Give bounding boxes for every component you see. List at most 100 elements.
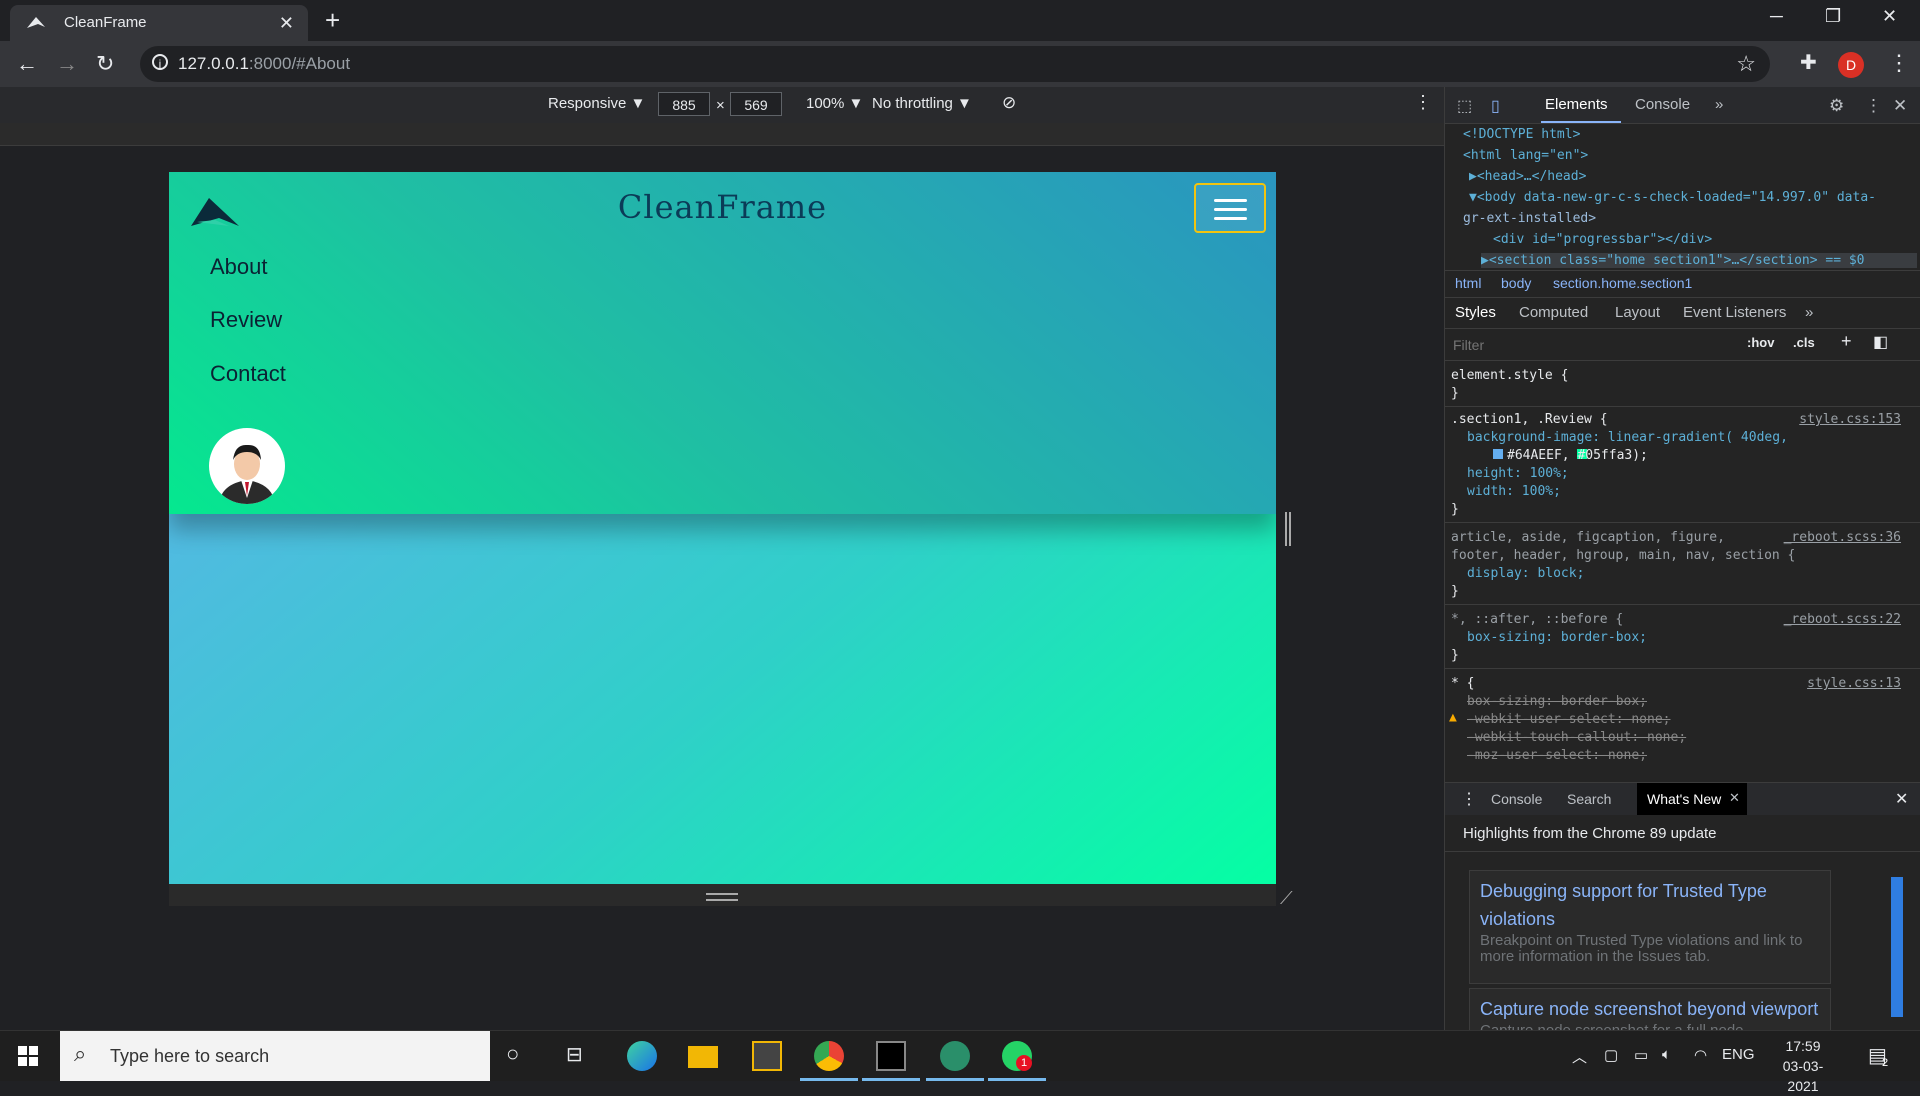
restore-icon[interactable]: ❐	[1825, 6, 1841, 27]
rule2-selector[interactable]: article, aside, figcaption, figure,	[1451, 530, 1725, 545]
windows-start-icon[interactable]	[18, 1046, 38, 1066]
dom-section-selected[interactable]: ▶<section class="home section1">…</secti…	[1481, 253, 1917, 268]
tab-computed[interactable]: Computed	[1519, 304, 1588, 321]
battery-icon[interactable]: ▭	[1634, 1046, 1648, 1064]
cls-toggle[interactable]: .cls	[1793, 335, 1815, 350]
device-more-icon[interactable]: ⋮	[1414, 92, 1432, 113]
chrome-menu-icon[interactable]: ⋮	[1888, 50, 1910, 76]
nav-contact[interactable]: Contact	[210, 361, 286, 387]
rule2-source-link[interactable]: _reboot.scss:36	[1784, 530, 1901, 545]
tab-elements[interactable]: Elements	[1545, 96, 1608, 113]
device-mode-select[interactable]: Responsive ▼	[548, 95, 645, 112]
whats-new-card[interactable]: Debugging support for Trusted Type viola…	[1469, 870, 1831, 984]
nav-review[interactable]: Review	[210, 307, 282, 333]
task-view-icon[interactable]: ⊟	[566, 1042, 583, 1067]
rule4-source-link[interactable]: style.css:13	[1807, 676, 1901, 691]
tray-chevron-icon[interactable]: ︿	[1572, 1046, 1587, 1067]
color-swatch-64aeef[interactable]	[1493, 449, 1503, 459]
cortana-icon[interactable]: ○	[506, 1041, 519, 1067]
corner-resize-icon[interactable]: ⟋	[1280, 888, 1293, 909]
store-icon[interactable]	[752, 1041, 782, 1071]
right-resize-handle[interactable]	[1285, 512, 1291, 546]
tab-layout[interactable]: Layout	[1615, 304, 1660, 321]
drawer-menu-icon[interactable]: ⋮	[1461, 789, 1477, 809]
crumb-section[interactable]: section.home.section1	[1553, 275, 1692, 291]
drawer-tab-whats-new[interactable]: What's New ✕	[1637, 783, 1747, 815]
rule4-prop1[interactable]: box-sizing: border-box;	[1467, 694, 1647, 709]
inspect-icon[interactable]: ⬚	[1457, 96, 1472, 116]
rule4-prop4[interactable]: -moz-user-select: none;	[1467, 748, 1647, 763]
rule1-height[interactable]: height: 100%;	[1467, 466, 1569, 481]
rule1-width[interactable]: width: 100%;	[1467, 484, 1561, 499]
zoom-select[interactable]: 100% ▼	[806, 95, 863, 112]
more-tabs-icon[interactable]: »	[1715, 96, 1723, 113]
card-title[interactable]: Capture node screenshot beyond viewport	[1470, 989, 1830, 1023]
volume-icon[interactable]: 🔈︎	[1662, 1046, 1671, 1063]
extensions-icon[interactable]: ✚	[1800, 50, 1817, 75]
card-title[interactable]: Debugging support for Trusted Type viola…	[1470, 871, 1830, 933]
width-input[interactable]: 885	[658, 92, 710, 116]
throttling-select[interactable]: No throttling ▼	[872, 95, 972, 112]
profile-avatar[interactable]: D	[1838, 52, 1864, 78]
atom-icon[interactable]	[940, 1041, 970, 1071]
sidebar-toggle-icon[interactable]: ◧	[1873, 332, 1888, 352]
crumb-body[interactable]: body	[1501, 275, 1531, 291]
rotate-icon[interactable]: ⊘	[1002, 93, 1016, 113]
devtools-close-icon[interactable]: ✕	[1893, 96, 1907, 116]
tab-console[interactable]: Console	[1635, 96, 1690, 113]
media-query-ruler[interactable]	[0, 123, 1444, 146]
back-icon[interactable]: ←	[16, 51, 38, 77]
rule1-source-link[interactable]: style.css:153	[1799, 412, 1901, 427]
rule3-box-sizing[interactable]: box-sizing: border-box;	[1467, 630, 1647, 645]
add-rule-icon[interactable]: +	[1841, 331, 1852, 352]
element-style-selector[interactable]: element.style {	[1451, 368, 1568, 383]
rule1-selector[interactable]: .section1, .Review {	[1451, 412, 1608, 427]
file-explorer-icon[interactable]	[688, 1046, 718, 1068]
drawer-close-icon[interactable]: ✕	[1895, 789, 1908, 809]
dom-html[interactable]: <html lang="en">	[1463, 148, 1588, 163]
rule1-background[interactable]: background-image: linear-gradient( 40deg…	[1467, 430, 1788, 445]
edge-icon[interactable]	[627, 1041, 657, 1071]
terminal-icon[interactable]	[876, 1041, 906, 1071]
dom-doctype[interactable]: <!DOCTYPE html>	[1463, 127, 1580, 142]
rule3-selector[interactable]: *, ::after, ::before {	[1451, 612, 1623, 627]
settings-gear-icon[interactable]: ⚙	[1829, 96, 1844, 116]
site-info-icon[interactable]: i	[152, 54, 168, 71]
chrome-icon[interactable]	[814, 1041, 844, 1071]
rule4-prop3[interactable]: -webkit-touch-callout: none;	[1467, 730, 1686, 745]
rule3-source-link[interactable]: _reboot.scss:22	[1784, 612, 1901, 627]
drawer-tab-close-icon[interactable]: ✕	[1729, 790, 1740, 806]
filter-input[interactable]	[1451, 333, 1745, 357]
hov-toggle[interactable]: :hov	[1747, 335, 1774, 350]
drawer-tab-search[interactable]: Search	[1567, 791, 1611, 807]
rule2-display[interactable]: display: block;	[1467, 566, 1584, 581]
site-brand[interactable]: CleanFrame	[169, 188, 1276, 226]
drawer-scrollbar[interactable]	[1891, 877, 1903, 1017]
rule4-selector[interactable]: * {	[1451, 676, 1474, 691]
tab-event-listeners[interactable]: Event Listeners	[1683, 304, 1786, 321]
system-clock[interactable]: 17:59 03-03-2021	[1768, 1036, 1838, 1096]
tab-styles[interactable]: Styles	[1455, 304, 1496, 321]
dom-progressbar[interactable]: <div id="progressbar"></div>	[1493, 232, 1712, 247]
address-bar[interactable]: i 127.0.0.1:8000/#About ☆	[140, 46, 1770, 82]
height-input[interactable]: 569	[730, 92, 782, 116]
new-tab-button[interactable]: +	[325, 5, 340, 36]
taskbar-search[interactable]: ⌕ Type here to search	[60, 1031, 490, 1081]
forward-icon[interactable]: →	[56, 51, 78, 77]
wifi-icon[interactable]: ◠	[1694, 1046, 1707, 1064]
dom-head[interactable]: ▶<head>…</head>	[1469, 169, 1586, 184]
dom-body[interactable]: ▼<body data-new-gr-c-s-check-loaded="14.…	[1469, 190, 1876, 205]
menu-toggle-button[interactable]	[1194, 183, 1266, 233]
window-close-icon[interactable]: ✕	[1882, 6, 1897, 27]
bottom-resize-handle[interactable]	[706, 893, 738, 901]
minimize-icon[interactable]: ─	[1770, 6, 1783, 27]
language-indicator[interactable]: ENG	[1722, 1046, 1755, 1063]
battery-saver-icon[interactable]: ▢	[1604, 1046, 1618, 1064]
device-toggle-icon[interactable]: ▯	[1491, 96, 1500, 116]
browser-tab[interactable]: CleanFrame ✕	[10, 5, 308, 41]
bookmark-star-icon[interactable]: ☆	[1736, 51, 1756, 77]
reload-icon[interactable]: ↻	[96, 51, 114, 77]
tab-close-icon[interactable]: ✕	[279, 13, 294, 34]
devtools-menu-icon[interactable]: ⋮	[1865, 96, 1882, 116]
drawer-tab-console[interactable]: Console	[1491, 791, 1542, 807]
